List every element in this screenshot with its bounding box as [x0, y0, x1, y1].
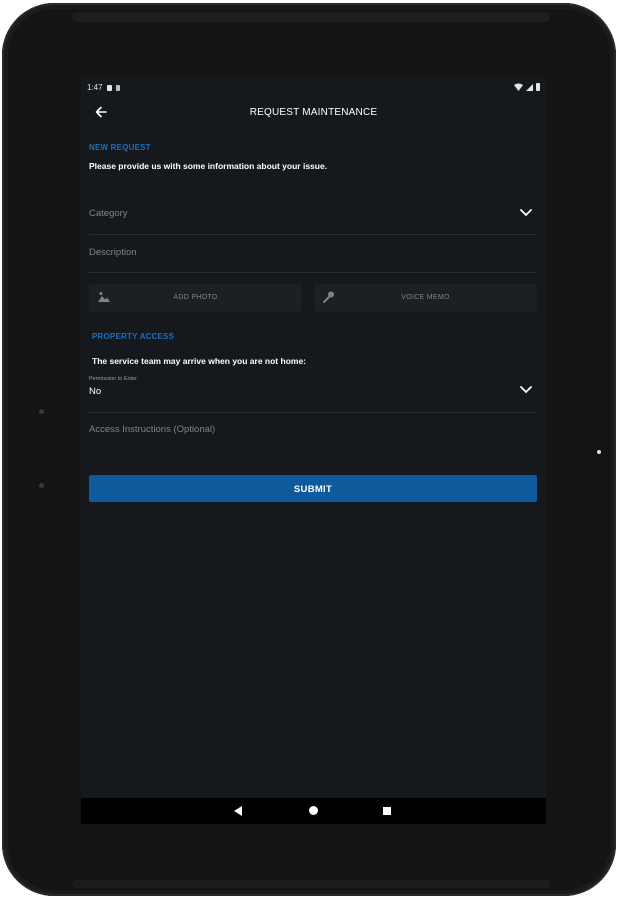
page-title: REQUEST MAINTENANCE	[249, 107, 378, 118]
access-instructions-placeholder: Access Instructions (Optional)	[89, 424, 216, 435]
new-request-heading: NEW REQUEST	[89, 143, 151, 152]
chevron-down-icon	[520, 209, 532, 217]
front-camera-icon	[597, 450, 601, 454]
nav-back-icon[interactable]	[234, 806, 242, 816]
permission-value: No	[89, 386, 102, 397]
add-photo-button[interactable]: ADD PHOTO	[89, 284, 302, 312]
system-nav-bar	[81, 798, 546, 824]
sensor-dot-upper	[39, 409, 44, 414]
access-instructions-field[interactable]: Access Instructions (Optional)	[89, 420, 537, 456]
tablet-top-edge	[72, 12, 550, 22]
wifi-icon	[514, 83, 523, 91]
status-right	[514, 83, 540, 91]
voice-memo-button[interactable]: VOICE MEMO	[314, 284, 537, 312]
add-photo-label: ADD PHOTO	[173, 294, 218, 301]
category-dropdown[interactable]: Category	[89, 198, 537, 235]
permission-dropdown[interactable]: Permission to Enter No	[89, 376, 537, 413]
description-field[interactable]: Description	[89, 238, 537, 273]
tablet-frame: 1:47 REQUEST MAINTENANCE NEW REQUEST Ple…	[2, 3, 616, 896]
status-time: 1:47	[87, 83, 103, 92]
property-access-heading: PROPERTY ACCESS	[92, 332, 175, 341]
chevron-down-icon	[520, 386, 532, 394]
voice-memo-label: VOICE MEMO	[401, 294, 450, 301]
permission-label: Permission to Enter	[89, 376, 137, 382]
submit-label: SUBMIT	[293, 484, 333, 495]
sensor-dot-lower	[39, 483, 44, 488]
battery-icon	[536, 83, 540, 91]
submit-button[interactable]: SUBMIT	[89, 475, 537, 502]
property-access-info: The service team may arrive when you are…	[92, 356, 306, 366]
notification-icon	[106, 84, 112, 91]
app-screen: 1:47 REQUEST MAINTENANCE NEW REQUEST Ple…	[81, 78, 546, 824]
new-request-info: Please provide us with some information …	[89, 161, 328, 171]
app-bar: REQUEST MAINTENANCE	[81, 100, 546, 128]
status-bar: 1:47	[81, 78, 546, 98]
status-left: 1:47	[87, 83, 120, 92]
description-placeholder: Description	[89, 247, 137, 258]
nav-home-icon[interactable]	[309, 806, 318, 815]
tablet-bottom-edge	[72, 880, 550, 888]
nav-recents-icon[interactable]	[383, 807, 391, 815]
category-placeholder: Category	[89, 208, 128, 219]
sd-card-icon	[115, 84, 120, 91]
signal-icon	[526, 83, 533, 91]
